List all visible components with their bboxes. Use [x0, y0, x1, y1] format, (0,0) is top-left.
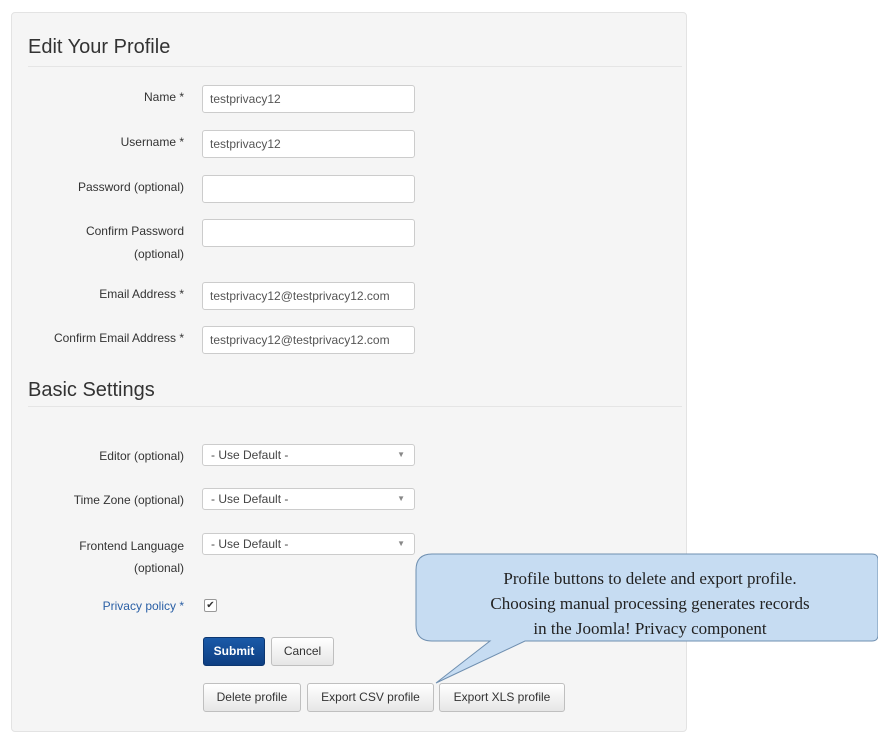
- basic-settings-heading: Basic Settings: [28, 379, 155, 401]
- confirm-password-label-optional: (optional): [133, 247, 184, 261]
- chevron-down-icon: ▼: [397, 450, 405, 459]
- confirm-email-label: Confirm Email Address *: [53, 331, 184, 345]
- timezone-label: Time Zone (optional): [73, 493, 184, 507]
- username-input[interactable]: testprivacy12: [202, 130, 415, 158]
- callout-text: Profile buttons to delete and export pro…: [420, 566, 878, 641]
- privacy-policy-label[interactable]: Privacy policy *: [103, 596, 184, 617]
- callout-line: Choosing manual processing generates rec…: [490, 594, 810, 613]
- callout-line: in the Joomla! Privacy component: [533, 619, 767, 638]
- timezone-select-value: - Use Default -: [211, 492, 289, 506]
- language-select-value: - Use Default -: [211, 537, 289, 551]
- email-input[interactable]: testprivacy12@testprivacy12.com: [202, 282, 415, 310]
- editor-select[interactable]: - Use Default - ▼: [202, 444, 415, 466]
- language-select[interactable]: - Use Default - ▼: [202, 533, 415, 555]
- delete-profile-button[interactable]: Delete profile: [203, 683, 301, 712]
- username-label: Username *: [120, 135, 184, 149]
- language-label-optional: (optional): [133, 561, 184, 575]
- edit-profile-heading: Edit Your Profile: [28, 36, 171, 58]
- editor-select-value: - Use Default -: [211, 448, 289, 462]
- confirm-password-input[interactable]: [202, 219, 415, 247]
- timezone-select[interactable]: - Use Default - ▼: [202, 488, 415, 510]
- section-divider: [28, 66, 682, 67]
- editor-label: Editor (optional): [99, 449, 184, 463]
- confirm-password-label: Confirm Password: [85, 224, 184, 238]
- export-xls-button[interactable]: Export XLS profile: [439, 683, 565, 712]
- name-label: Name *: [143, 90, 184, 104]
- callout-line: Profile buttons to delete and export pro…: [503, 569, 797, 588]
- language-label: Frontend Language: [79, 539, 184, 553]
- email-label: Email Address *: [99, 287, 184, 301]
- privacy-policy-checkbox[interactable]: ✔: [204, 599, 217, 612]
- submit-button[interactable]: Submit: [203, 637, 265, 666]
- password-label: Password (optional): [77, 180, 184, 194]
- export-csv-button[interactable]: Export CSV profile: [307, 683, 434, 712]
- confirm-email-input[interactable]: testprivacy12@testprivacy12.com: [202, 326, 415, 354]
- chevron-down-icon: ▼: [397, 494, 405, 503]
- password-input[interactable]: [202, 175, 415, 203]
- cancel-button[interactable]: Cancel: [271, 637, 334, 666]
- name-input[interactable]: testprivacy12: [202, 85, 415, 113]
- chevron-down-icon: ▼: [397, 539, 405, 548]
- section-divider: [28, 406, 682, 407]
